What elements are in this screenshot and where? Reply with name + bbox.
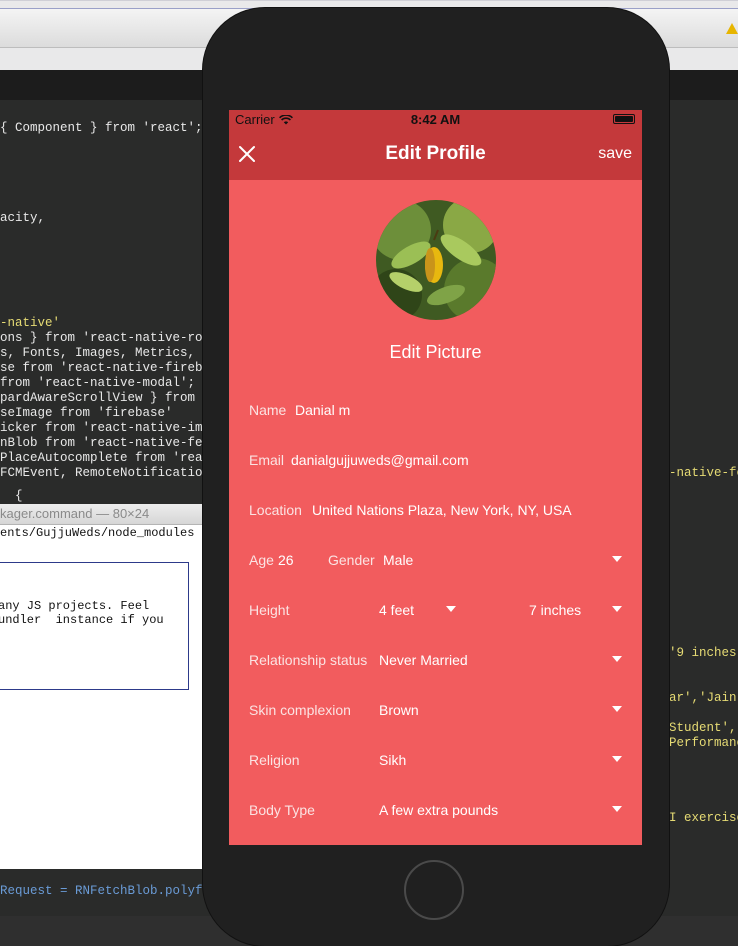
profile-picture[interactable] [376,200,496,320]
nav-bar: Edit Profile save [229,129,642,180]
code-line: icker from 'react-native-image [0,421,226,435]
relationship-row: Relationship status Never Married [249,648,622,672]
body-type-row: Body Type A few extra pounds [249,798,622,822]
relationship-label: Relationship status [249,652,368,668]
age-gender-row: Age 26 Gender Male [249,548,622,572]
height-feet-select[interactable]: 4 feet [379,602,414,618]
code-line: seImage from 'firebase' [0,406,173,420]
code-line: { Component } from 'react'; [0,121,203,135]
height-row: Height 4 feet 7 inches [249,598,622,622]
body-type-select[interactable]: A few extra pounds [379,802,498,818]
religion-label: Religion [249,752,300,768]
iphone-simulator: Carrier 8:42 AM Edit Profile save Edit P… [203,8,669,946]
religion-select[interactable]: Sikh [379,752,406,768]
code-line: PlaceAutocomplete from 'react- [0,451,226,465]
email-row: Email danialgujjuweds@gmail.com [249,448,622,472]
code-line: se from 'react-native-firebase [0,361,226,375]
name-field[interactable]: Danial m [295,398,350,422]
location-label: Location [249,502,302,518]
status-time: 8:42 AM [410,112,461,127]
name-label: Name [249,402,287,418]
code-line: '9 inches' [669,646,738,660]
code-line: -native-fc [669,466,738,480]
code-line: acity, [0,211,46,225]
gender-label: Gender [328,552,375,568]
status-bar: Carrier 8:42 AM [229,110,642,129]
terminal-window[interactable]: kager.command — 80×24 ents/GujjuWeds/nod… [0,504,209,869]
chevron-down-icon[interactable] [612,556,622,562]
terminal-message-box: any JS projects. Feel undler instance if… [0,562,189,690]
app-screen: Carrier 8:42 AM Edit Profile save Edit P… [229,110,642,845]
code-line: s, Fonts, Images, Metrics, Sty [0,346,226,360]
save-button[interactable]: save [598,145,632,163]
skin-label: Skin complexion [249,702,351,718]
code-line: ons } from 'react-native-route [0,331,226,345]
chevron-down-icon[interactable] [612,756,622,762]
chevron-down-icon[interactable] [612,656,622,662]
gender-select[interactable]: Male [383,552,413,568]
edit-picture-link[interactable]: Edit Picture [229,342,642,363]
terminal-path: ents/GujjuWeds/node_modules ( [0,526,209,540]
code-line: Performanc [669,736,738,750]
email-label: Email [249,452,285,468]
leaf-photo-image [376,200,496,320]
location-field[interactable]: United Nations Plaza, New York, NY, USA [312,498,572,522]
height-inches-select[interactable]: 7 inches [529,602,581,618]
location-row: Location United Nations Plaza, New York,… [249,498,622,522]
chevron-down-icon[interactable] [612,606,622,612]
terminal-title[interactable]: kager.command — 80×24 [0,504,205,525]
code-line: ar','Jain [669,691,737,705]
age-label: Age [249,552,274,568]
chevron-down-icon[interactable] [612,706,622,712]
body-type-label: Body Type [249,802,315,818]
name-row: Name Danial m [249,398,622,422]
page-title: Edit Profile [385,143,486,164]
code-line: -native' [0,316,61,330]
code-line: from 'react-native-modal'; [0,376,196,390]
code-line: pardAwareScrollView } from 're [0,391,226,405]
code-line: { [0,489,23,503]
religion-row: Religion Sikh [249,748,622,772]
height-label: Height [249,602,290,618]
skin-row: Skin complexion Brown [249,698,622,722]
chevron-down-icon[interactable] [612,806,622,812]
age-field[interactable]: 26 [278,548,294,572]
code-line: FCMEvent, RemoteNotificationRe [0,466,226,480]
code-line: nBlob from 'react-native-fetch [0,436,226,450]
skin-select[interactable]: Brown [379,702,419,718]
terminal-message: any JS projects. Feel undler instance if… [0,599,164,627]
home-button[interactable] [404,860,464,920]
code-line: Student', [669,721,737,735]
battery-icon [613,114,635,124]
code-line: I exercise [669,811,738,825]
code-line: Request = RNFetchBlob.polyfill [0,884,226,898]
chevron-down-icon[interactable] [446,606,456,612]
warning-icon [726,23,738,34]
email-field[interactable]: danialgujjuweds@gmail.com [291,448,469,472]
relationship-select[interactable]: Never Married [379,652,468,668]
